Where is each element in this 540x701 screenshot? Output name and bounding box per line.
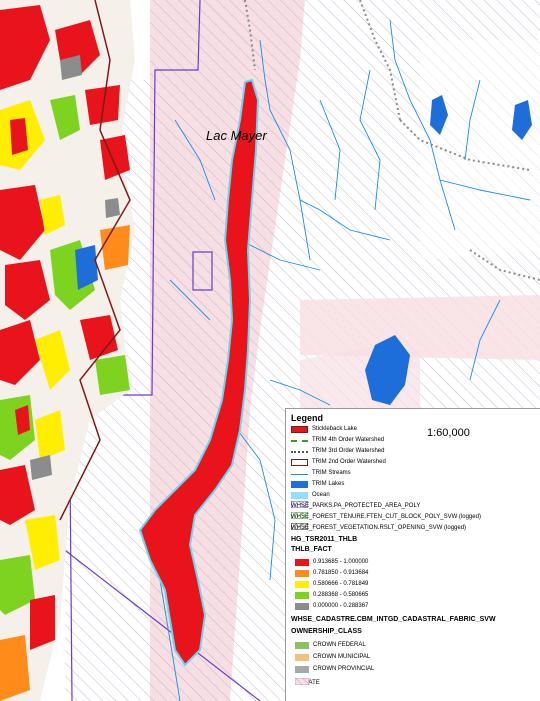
legend-panel: Legend 1:60,000 Stickleback Lake TRIM 4t… (285, 408, 540, 701)
gray-dotted-line-swatch-icon (291, 449, 308, 453)
ownership-crown-provincial: CROWN PROVINCIAL (295, 664, 374, 674)
thlb-swatch-icon (295, 591, 309, 599)
ownership-swatch-icon (295, 665, 309, 673)
thlb-class-1: 0.913685 - 1.000000 (295, 557, 368, 567)
legend-item-trim-streams: TRIM Streams (291, 468, 351, 478)
ownership-swatch-icon (295, 641, 309, 649)
legend-item-trim-lakes: TRIM Lakes (291, 479, 344, 489)
thlb-class-2: 0.781850 - 0.913684 (295, 568, 368, 578)
thlb-swatch-icon (295, 558, 309, 566)
ownership-private: PRIVATE (295, 678, 320, 688)
thlb-swatch-icon (295, 602, 309, 610)
legend-item-rslt-opening: WHSE_FOREST_VEGETATION.RSLT_OPENING_SVW … (291, 523, 467, 531)
ownership-crown-municipal: CROWN MUNICIPAL (295, 652, 370, 662)
green-hatch-swatch-icon (291, 512, 308, 519)
ownership-swatch-icon (295, 678, 310, 685)
legend-item-2nd-order-watershed: TRIM 2nd Order Watershed (291, 457, 386, 467)
legend-field-thlb-fact: THLB_FACT (291, 546, 332, 553)
thlb-class-3: 0.580666 - 0.781849 (295, 579, 368, 589)
legend-field-ownership: OWNERSHIP_CLASS (291, 628, 362, 635)
thlb-swatch-icon (295, 580, 309, 588)
lake-label: Lac Mayer (206, 128, 267, 143)
legend-item-cut-block: WHSE_FOREST_TENURE.FTEN_CUT_BLOCK_POLY_S… (291, 512, 481, 520)
red-polygon-swatch-icon (291, 425, 308, 433)
legend-item-stickleback-lake: Stickleback Lake (291, 424, 357, 434)
legend-item-ocean: Ocean (291, 490, 330, 500)
legend-group-thlb: HG_TSR2011_THLB (291, 536, 358, 543)
thlb-class-5: 0.000000 - 0.288367 (295, 601, 368, 611)
thlb-swatch-icon (295, 569, 309, 577)
legend-item-protected-area: WHSE_PARKS.PA_PROTECTED_AREA_POLY (291, 501, 421, 509)
legend-group-cadastre: WHSE_CADASTRE.CBM_INTGD_CADASTRAL_FABRIC… (291, 616, 496, 623)
ownership-crown-federal: CROWN FEDERAL (295, 640, 366, 650)
ownership-swatch-icon (295, 653, 309, 661)
legend-title: Legend (291, 413, 324, 423)
blue-line-swatch-icon (291, 471, 308, 475)
blue-fill-swatch-icon (291, 480, 308, 488)
green-dashed-line-swatch-icon (291, 438, 308, 442)
map-canvas[interactable]: Lac Mayer Legend 1:60,000 Stickleback La… (0, 0, 540, 701)
cyan-fill-swatch-icon (291, 491, 308, 499)
legend-item-4th-order-watershed: TRIM 4th Order Watershed (291, 435, 384, 445)
purple-hatch-swatch-icon (291, 501, 308, 508)
brown-outline-swatch-icon (291, 458, 308, 466)
thlb-class-4: 0.288368 - 0.580665 (295, 590, 368, 600)
black-hatch-swatch-icon (291, 523, 308, 530)
scale-text: 1:60,000 (427, 427, 470, 439)
legend-item-3rd-order-watershed: TRIM 3rd Order Watershed (291, 446, 384, 456)
